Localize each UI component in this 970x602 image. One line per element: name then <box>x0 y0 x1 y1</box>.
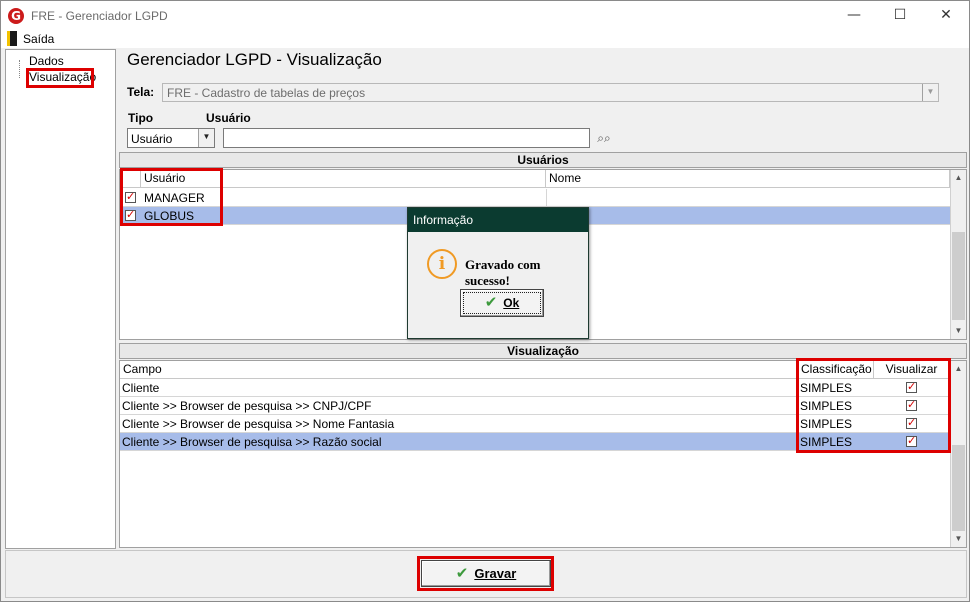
scroll-up-icon[interactable]: ▲ <box>951 361 966 377</box>
menu-exit[interactable]: Saída <box>23 32 54 46</box>
cell-nome <box>546 189 549 207</box>
usuarios-scrollbar[interactable]: ▲ ▼ <box>950 170 966 339</box>
grid-header-classificacao[interactable]: Classificação <box>798 361 874 379</box>
table-row[interactable]: MANAGER <box>120 189 950 207</box>
cell-classificacao: SIMPLES <box>800 435 853 449</box>
table-row[interactable]: Cliente SIMPLES <box>120 379 950 397</box>
highlight-box-tree <box>26 68 94 88</box>
cell-campo: Cliente >> Browser de pesquisa >> CNPJ/C… <box>122 399 372 413</box>
window-title: FRE - Gerenciador LGPD <box>31 9 168 23</box>
visualizar-checkbox[interactable] <box>906 380 917 394</box>
cell-campo: Cliente <box>122 381 160 395</box>
visualizar-checkbox[interactable] <box>906 434 917 448</box>
grid-header-nome[interactable]: Nome <box>546 170 950 188</box>
info-icon: i <box>427 249 457 279</box>
grid-header-visualizar[interactable]: Visualizar <box>874 361 950 379</box>
grid-header-campo[interactable]: Campo <box>120 361 798 379</box>
usuario-input[interactable] <box>223 128 590 148</box>
tipo-select-value: Usuário <box>131 132 173 146</box>
tela-select-value: FRE - Cadastro de tabelas de preços <box>167 86 366 100</box>
visualizacao-section-header: Visualização <box>119 343 967 359</box>
maximize-button[interactable]: ☐ <box>877 1 923 30</box>
dialog-message: Gravado com sucesso! <box>465 257 541 288</box>
tela-label: Tela: <box>127 85 155 99</box>
title-bar: G FRE - Gerenciador LGPD — ☐ ✕ <box>1 1 969 30</box>
main-window: G FRE - Gerenciador LGPD — ☐ ✕ Saída Dad… <box>0 0 970 602</box>
row-checkbox[interactable] <box>125 208 136 222</box>
visualizacao-grid: Campo Classificação Visualizar Cliente S… <box>119 360 967 548</box>
tree-connector <box>19 60 20 78</box>
info-dialog: Informação i Gravado com sucesso! ✔ Ok <box>407 207 589 339</box>
cell-classificacao: SIMPLES <box>800 417 853 431</box>
scroll-thumb[interactable] <box>952 232 965 320</box>
cell-classificacao: SIMPLES <box>800 399 853 413</box>
binoculars-icon[interactable]: ⌕⌕ <box>593 128 615 148</box>
minimize-button[interactable]: — <box>831 1 877 30</box>
page-title: Gerenciador LGPD - Visualização <box>127 50 382 69</box>
tela-select[interactable]: FRE - Cadastro de tabelas de preços ▼ <box>162 83 939 102</box>
scroll-up-icon[interactable]: ▲ <box>951 170 966 186</box>
cell-campo: Cliente >> Browser de pesquisa >> Nome F… <box>122 417 395 431</box>
visualizar-checkbox[interactable] <box>906 398 917 412</box>
cell-usuario: GLOBUS <box>144 209 195 223</box>
chevron-down-icon[interactable]: ▼ <box>922 84 938 101</box>
usuario-label: Usuário <box>206 111 251 125</box>
exit-door-icon[interactable] <box>7 31 17 46</box>
ok-button-label: Ok <box>503 296 520 310</box>
save-button[interactable]: ✔ Gravar <box>421 560 551 587</box>
cell-campo: Cliente >> Browser de pesquisa >> Razão … <box>122 435 382 449</box>
table-row[interactable]: Cliente >> Browser de pesquisa >> Razão … <box>120 433 950 451</box>
save-button-label: Gravar <box>474 566 517 581</box>
table-row[interactable]: Cliente >> Browser de pesquisa >> Nome F… <box>120 415 950 433</box>
check-icon: ✔ <box>484 293 498 311</box>
scroll-down-icon[interactable]: ▼ <box>951 323 966 339</box>
visualizar-checkbox[interactable] <box>906 416 917 430</box>
close-button[interactable]: ✕ <box>923 1 969 30</box>
grid-header-check <box>120 170 141 188</box>
scroll-thumb[interactable] <box>952 445 965 531</box>
ok-button[interactable]: ✔ Ok <box>460 289 544 317</box>
cell-classificacao: SIMPLES <box>800 381 853 395</box>
check-icon: ✔ <box>455 564 469 582</box>
chevron-down-icon[interactable]: ▼ <box>198 129 214 147</box>
menu-bar: Saída <box>1 30 969 48</box>
app-logo-icon: G <box>8 8 24 24</box>
scroll-down-icon[interactable]: ▼ <box>951 531 966 547</box>
visualizacao-scrollbar[interactable]: ▲ ▼ <box>950 361 966 547</box>
row-checkbox[interactable] <box>125 190 136 204</box>
tipo-label: Tipo <box>128 111 154 125</box>
navigation-tree: Dados Visualização <box>5 49 116 549</box>
dialog-title: Informação <box>408 208 588 232</box>
grid-header-usuario[interactable]: Usuário <box>141 170 546 188</box>
usuarios-section-header: Usuários <box>119 152 967 168</box>
tipo-select[interactable]: Usuário ▼ <box>127 128 215 148</box>
table-row[interactable]: Cliente >> Browser de pesquisa >> CNPJ/C… <box>120 397 950 415</box>
cell-usuario: MANAGER <box>144 191 205 205</box>
tree-item-dados[interactable]: Dados <box>29 54 64 68</box>
